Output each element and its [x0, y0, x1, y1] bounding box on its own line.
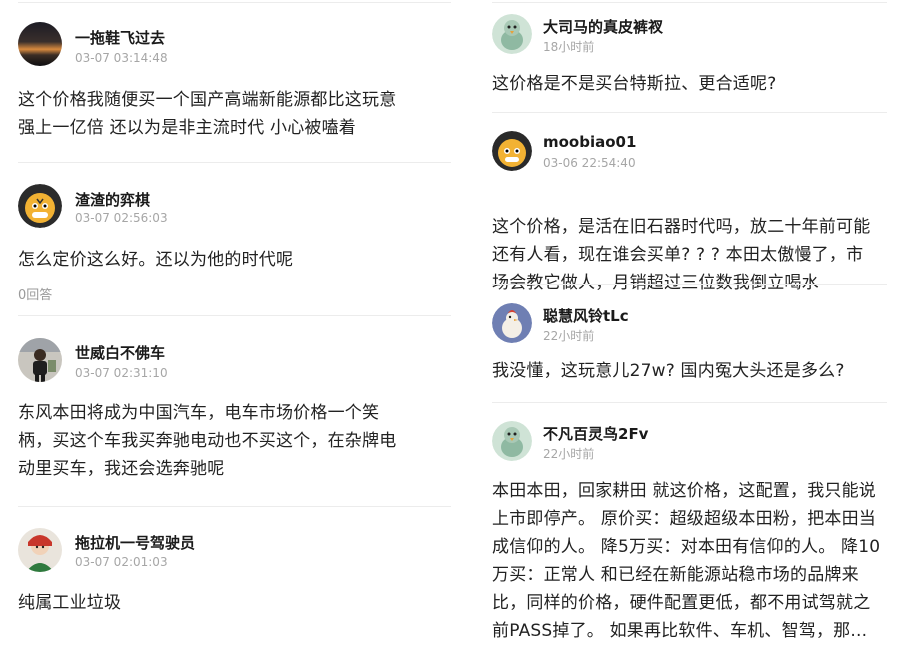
- comment-text-line: 这个价格我随便买一个国产高端新能源都比这玩意: [18, 90, 397, 110]
- timestamp: 03-07 02:01:03: [75, 555, 168, 569]
- comment-text-line: 万买：正常人 和已经在新能源站稳市场的品牌来: [492, 565, 859, 585]
- comment-text-line: 本田本田，回家耕田 就这价格，这配置，我只能说: [492, 481, 877, 501]
- username[interactable]: 不凡百灵鸟2Fv: [543, 423, 648, 444]
- comment-text: 本田本田，回家耕田 就这价格，这配置，我只能说 上市即停产。 原价买：超级超级本…: [492, 477, 880, 645]
- timestamp: 22小时前: [543, 447, 595, 461]
- comment-text-line: 还有人看，现在谁会买单? ? ? 本田太傲慢了，市: [492, 245, 864, 265]
- comment-item: moobiao01 03-06 22:54:40 这个价格，是活在旧石器时代吗，…: [492, 131, 887, 293]
- divider: [18, 2, 451, 3]
- username[interactable]: 一拖鞋飞过去: [75, 27, 165, 48]
- timestamp: 03-06 22:54:40: [543, 156, 636, 170]
- comment-text-line: 这个价格，是活在旧石器时代吗，放二十年前可能: [492, 217, 871, 237]
- comment-item: 聪慧风铃tLc 22小时前 我没懂，这玩意儿27w? 国内冤大头还是多么?: [492, 303, 887, 403]
- sunset-avatar-icon[interactable]: [18, 22, 62, 66]
- reply-count-link[interactable]: 0回答: [18, 284, 52, 303]
- bird-avatar-icon[interactable]: [492, 14, 532, 54]
- tiger-avatar-icon[interactable]: [18, 184, 62, 228]
- username[interactable]: 大司马的真皮裤衩: [543, 16, 663, 37]
- comment-text-line: 动里买车，我还会选奔驰呢: [18, 459, 225, 479]
- timestamp: 18小时前: [543, 40, 595, 54]
- username[interactable]: moobiao01: [543, 133, 636, 151]
- rooster-avatar-icon[interactable]: [492, 303, 532, 343]
- comment-text-line: 柄，买这个车我买奔驰电动也不买这个，在杂牌电: [18, 431, 397, 451]
- comment-item: 渣渣的弈棋 03-07 02:56:03 怎么定价这么好。还以为他的时代呢 0回…: [18, 184, 451, 314]
- divider: [492, 112, 887, 113]
- comment-text-line: 这价格是不是买台特斯拉、更合适呢?: [492, 74, 777, 94]
- comment-text: 这个价格我随便买一个国产高端新能源都比这玩意 强上一亿倍 还以为是非主流时代 小…: [18, 86, 396, 142]
- comment-text: 纯属工业垃圾: [18, 589, 121, 617]
- username[interactable]: 世威白不佛车: [75, 342, 165, 363]
- comment-text-line: 怎么定价这么好。还以为他的时代呢: [18, 250, 294, 270]
- comment-text-line: 纯属工业垃圾: [18, 593, 122, 613]
- comment-text-line: 我没懂，这玩意儿27w? 国内冤大头还是多么?: [492, 361, 845, 381]
- divider: [492, 284, 887, 285]
- comment-item: 拖拉机一号驾驶员 03-07 02:01:03 纯属工业垃圾: [18, 528, 451, 638]
- divider: [18, 315, 451, 316]
- divider: [18, 162, 451, 163]
- username[interactable]: 聪慧风铃tLc: [543, 305, 629, 326]
- comment-text-line: 场会教它做人，月销超过三位数我倒立喝水: [492, 273, 819, 293]
- comment-text: 东风本田将成为中国汽车，电车市场价格一个笑 柄，买这个车我买奔驰电动也不买这个，…: [18, 399, 396, 483]
- comment-text-line: 东风本田将成为中国汽车，电车市场价格一个笑: [18, 403, 380, 423]
- tiger-avatar-icon[interactable]: [492, 131, 532, 171]
- comment-item: 大司马的真皮裤衩 18小时前 这价格是不是买台特斯拉、更合适呢?: [492, 14, 887, 109]
- comment-item: 一拖鞋飞过去 03-07 03:14:48 这个价格我随便买一个国产高端新能源都…: [18, 22, 451, 162]
- bird-avatar-icon[interactable]: [492, 421, 532, 461]
- divider: [492, 402, 887, 403]
- username[interactable]: 拖拉机一号驾驶员: [75, 532, 195, 553]
- username[interactable]: 渣渣的弈棋: [75, 189, 150, 210]
- comment-text-line: 成信仰的人。 降5万买：对本田有信仰的人。 降10: [492, 537, 881, 557]
- comment-text: 这价格是不是买台特斯拉、更合适呢?: [492, 70, 776, 98]
- timestamp: 22小时前: [543, 329, 595, 343]
- comment-text-line: 比，同样的价格，硬件配置更低，都不用试驾就之: [492, 593, 871, 613]
- character-avatar-icon[interactable]: [18, 528, 62, 572]
- timestamp: 03-07 02:31:10: [75, 366, 168, 380]
- comment-text-line: 上市即停产。 原价买：超级超级本田粉，把本田当: [492, 509, 877, 529]
- person-avatar-icon[interactable]: [18, 338, 62, 382]
- timestamp: 03-07 02:56:03: [75, 211, 168, 225]
- comment-text: 我没懂，这玩意儿27w? 国内冤大头还是多么?: [492, 357, 845, 385]
- comment-item: 不凡百灵鸟2Fv 22小时前 本田本田，回家耕田 就这价格，这配置，我只能说 上…: [492, 421, 887, 641]
- divider: [492, 2, 887, 3]
- comment-item: 世威白不佛车 03-07 02:31:10 东风本田将成为中国汽车，电车市场价格…: [18, 338, 451, 503]
- timestamp: 03-07 03:14:48: [75, 51, 168, 65]
- comment-text: 怎么定价这么好。还以为他的时代呢: [18, 246, 293, 274]
- divider: [18, 506, 451, 507]
- comment-text-line: 强上一亿倍 还以为是非主流时代 小心被嗑着: [18, 118, 357, 138]
